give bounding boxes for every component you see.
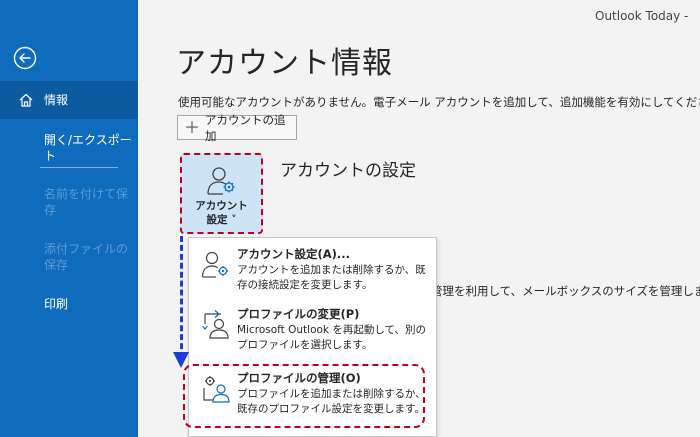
- person-gear-icon: [201, 251, 228, 278]
- sidebar-item-label: 添付ファイルの保存: [44, 242, 129, 272]
- sidebar-item-label: 開く/エクスポート: [44, 133, 132, 163]
- sidebar-item-save-attachments: 添付ファイルの保存: [0, 241, 128, 273]
- account-settings-heading: アカウントの設定: [280, 161, 416, 181]
- menu-item-title: プロファイルの変更(P): [237, 307, 360, 321]
- window-title: Outlook Today -: [595, 9, 689, 23]
- account-settings-label-line2: 設定 ˅: [206, 214, 237, 226]
- mailbox-cleanup-description: 管理を利用して、メールボックスのサイズを管理します。: [431, 284, 700, 298]
- sidebar: 情報 開く/エクスポート 名前を付けて保存 添付ファイルの保存 印刷: [0, 0, 138, 437]
- account-settings-label-line1: アカウント: [195, 200, 248, 212]
- add-account-button[interactable]: ＋ アカウントの追加: [177, 113, 297, 143]
- account-settings-button[interactable]: アカウント 設定 ˅: [180, 153, 263, 234]
- sidebar-divider: [40, 167, 118, 168]
- home-icon: [19, 93, 33, 107]
- annotation-highlight-box: [183, 364, 425, 428]
- page-title: アカウント情報: [176, 46, 393, 81]
- menu-item-description: Microsoft Outlook を再起動して、別のプロファイルを選択します。: [237, 324, 427, 351]
- account-settings-label: アカウント 設定 ˅: [182, 199, 261, 227]
- menu-item-change-profile[interactable]: プロファイルの変更(P) Microsoft Outlook を再起動して、別の…: [189, 302, 436, 362]
- sidebar-item-label: 名前を付けて保存: [44, 187, 129, 217]
- annotation-arrow-line: [180, 236, 183, 358]
- sidebar-item-label: 情報: [44, 93, 69, 107]
- page-description: 使用可能なアカウントがありません。電子メール アカウントを追加して、追加機能を有…: [178, 95, 700, 109]
- profile-switch-icon: [202, 310, 229, 339]
- arrow-left-circle-icon: [13, 46, 37, 70]
- sidebar-item-print[interactable]: 印刷: [0, 296, 138, 312]
- plus-icon: ＋: [184, 117, 201, 137]
- sidebar-item-label: 印刷: [44, 297, 69, 311]
- menu-item-title: アカウント設定(A)...: [237, 247, 351, 261]
- person-gear-icon: [207, 167, 235, 195]
- add-account-label: アカウントの追加: [205, 112, 286, 143]
- back-button[interactable]: [13, 46, 37, 70]
- sidebar-item-info[interactable]: 情報: [0, 81, 138, 119]
- menu-item-description: アカウントを追加または削除するか、既存の接続設定を変更します。: [237, 264, 426, 291]
- sidebar-item-save-as: 名前を付けて保存: [0, 186, 128, 218]
- sidebar-item-open-export[interactable]: 開く/エクスポート: [0, 132, 138, 164]
- menu-item-account-settings[interactable]: アカウント設定(A)... アカウントを追加または削除するか、既存の接続設定を変…: [189, 242, 436, 302]
